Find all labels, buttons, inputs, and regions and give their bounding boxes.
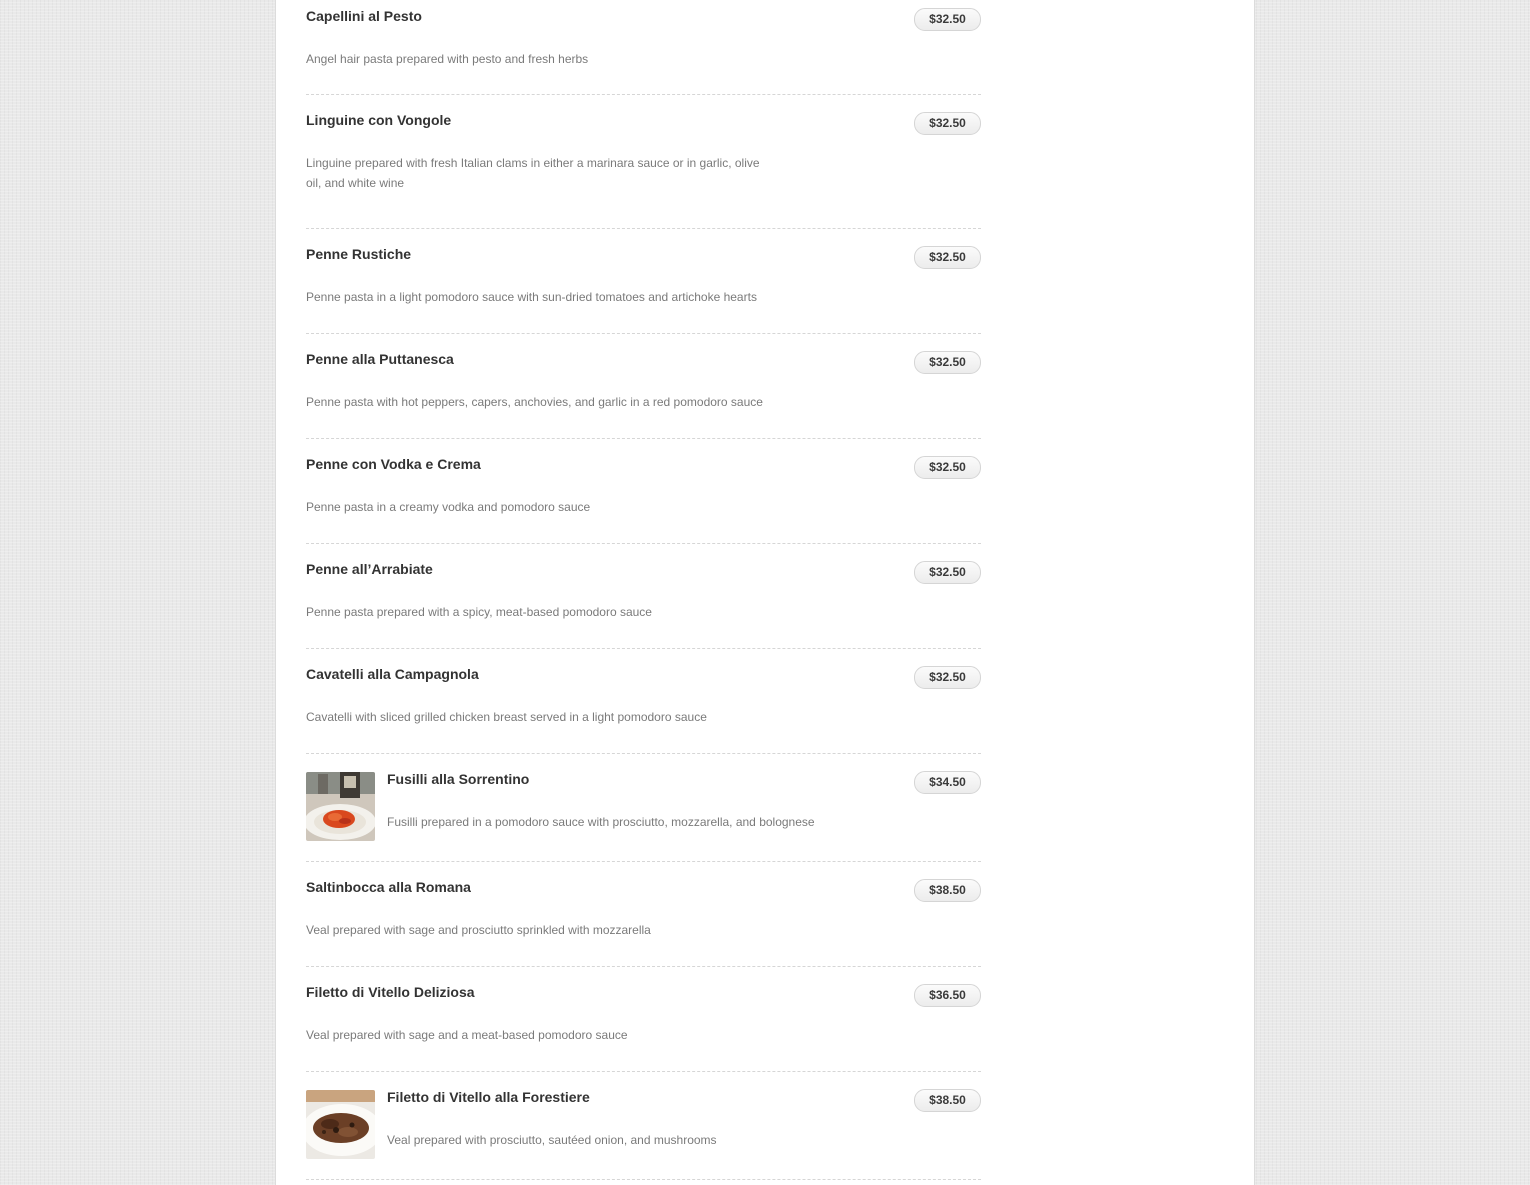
item-name: Penne con Vodka e Crema	[306, 456, 481, 472]
price-button[interactable]: $34.50	[914, 771, 981, 794]
item-description: Veal prepared with prosciutto, sautéed o…	[387, 1133, 717, 1147]
item-description: Linguine prepared with fresh Italian cla…	[306, 156, 760, 190]
item-name: Fusilli alla Sorrentino	[387, 771, 530, 787]
item-description: Penne pasta in a light pomodoro sauce wi…	[306, 290, 757, 304]
price-button[interactable]: $38.50	[914, 1089, 981, 1112]
price-button[interactable]: $32.50	[914, 456, 981, 479]
item-description: Fusilli prepared in a pomodoro sauce wit…	[387, 815, 815, 829]
item-name: Linguine con Vongole	[306, 112, 452, 128]
price-button[interactable]: $32.50	[914, 8, 981, 31]
menu-item: Fusilli alla Sorrentino $34.50 Fusilli p…	[306, 754, 981, 862]
dish-photo[interactable]	[306, 772, 375, 841]
menu-item: Penne all’Arrabiate $32.50 Penne pasta p…	[306, 544, 981, 649]
item-name: Penne all’Arrabiate	[306, 561, 433, 577]
menu-panel: Capellini al Pesto $32.50 Angel hair pas…	[275, 0, 1255, 1185]
item-description: Penne pasta in a creamy vodka and pomodo…	[306, 500, 591, 514]
price-button[interactable]: $32.50	[914, 561, 981, 584]
menu-item: Filetto di Vitello Deliziosa $36.50 Veal…	[306, 967, 981, 1072]
price-button[interactable]: $32.50	[914, 351, 981, 374]
item-name: Filetto di Vitello alla Forestiere	[387, 1089, 590, 1105]
item-name: Cavatelli alla Campagnola	[306, 666, 479, 682]
menu-item: Saltinbocca alla Romana $38.50 Veal prep…	[306, 862, 981, 967]
item-name: Penne alla Puttanesca	[306, 351, 454, 367]
price-button[interactable]: $32.50	[914, 246, 981, 269]
price-button[interactable]: $32.50	[914, 112, 981, 135]
menu-list: Capellini al Pesto $32.50 Angel hair pas…	[306, 0, 981, 1180]
item-description: Cavatelli with sliced grilled chicken br…	[306, 710, 707, 724]
item-description: Penne pasta prepared with a spicy, meat-…	[306, 605, 652, 619]
price-button[interactable]: $38.50	[914, 879, 981, 902]
item-name: Filetto di Vitello Deliziosa	[306, 984, 475, 1000]
item-description: Angel hair pasta prepared with pesto and…	[306, 52, 589, 66]
item-name: Penne Rustiche	[306, 246, 412, 262]
menu-item: Penne Rustiche $32.50 Penne pasta in a l…	[306, 229, 981, 334]
price-button[interactable]: $32.50	[914, 666, 981, 689]
menu-item: Linguine con Vongole $32.50 Linguine pre…	[306, 104, 981, 229]
item-name: Saltinbocca alla Romana	[306, 879, 471, 895]
item-name: Capellini al Pesto	[306, 8, 422, 24]
menu-item: Penne alla Puttanesca $32.50 Penne pasta…	[306, 334, 981, 439]
menu-item: Penne con Vodka e Crema $32.50 Penne pas…	[306, 439, 981, 544]
item-description: Penne pasta with hot peppers, capers, an…	[306, 395, 763, 409]
menu-item: Cavatelli alla Campagnola $32.50 Cavatel…	[306, 649, 981, 754]
item-description: Veal prepared with sage and prosciutto s…	[306, 923, 651, 937]
menu-item: Filetto di Vitello alla Forestiere $38.5…	[306, 1072, 981, 1180]
price-button[interactable]: $36.50	[914, 984, 981, 1007]
dish-photo[interactable]	[306, 1090, 375, 1159]
menu-item: Capellini al Pesto $32.50 Angel hair pas…	[306, 0, 981, 95]
item-description: Veal prepared with sage and a meat-based…	[306, 1028, 628, 1042]
